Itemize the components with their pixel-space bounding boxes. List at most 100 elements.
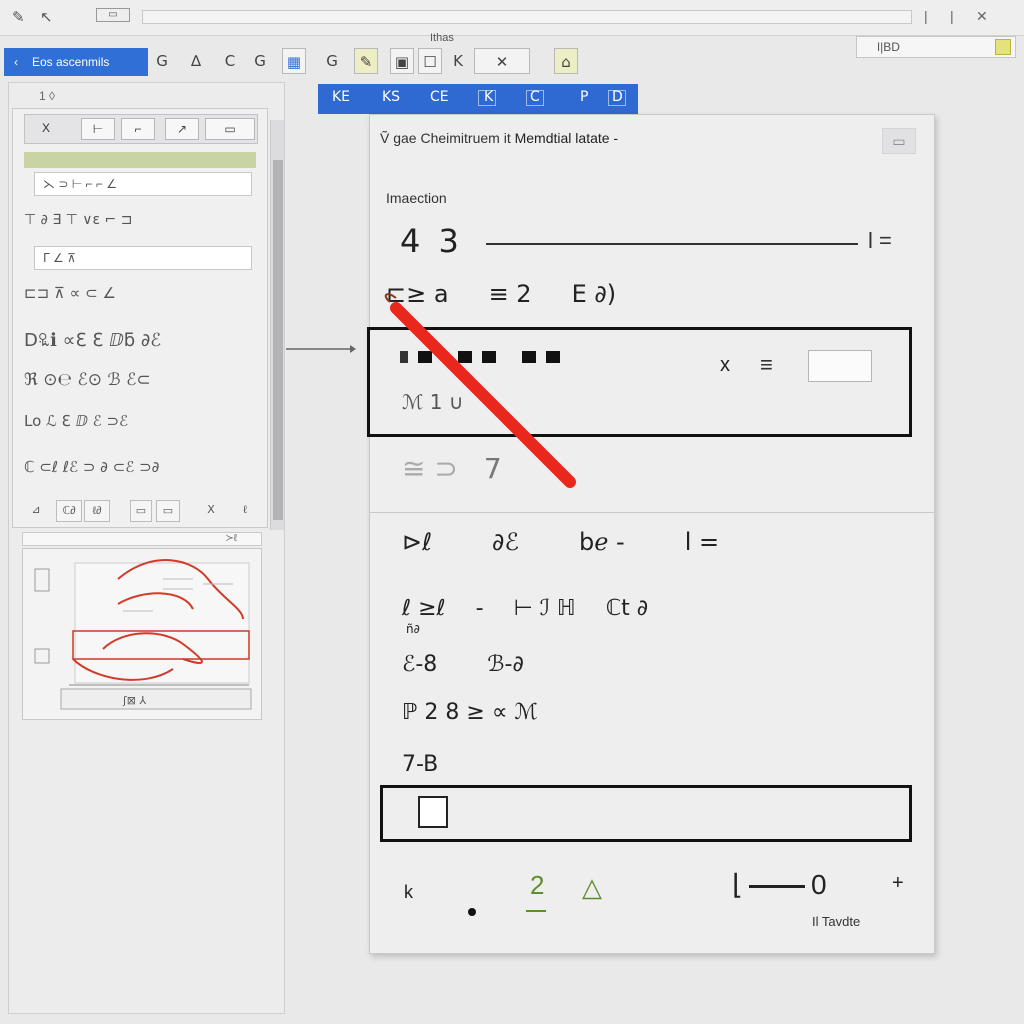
tool-3[interactable]: ⌐ xyxy=(121,118,155,140)
formula-1-term-1[interactable]: ⊳ℓ xyxy=(402,528,432,556)
diagram-thumbnail[interactable]: ʃ⊠ ⅄ xyxy=(22,548,262,720)
symbol-row-4[interactable]: ℂ ⊂ℓ ℓℰ ⊃ ∂ ⊂ℰ ⊃∂ xyxy=(24,458,264,476)
dialog-close-button[interactable]: ▭ xyxy=(882,128,916,154)
faded-row: ≅ ⊃ 7 xyxy=(402,452,502,485)
zoom-icon[interactable] xyxy=(995,39,1011,55)
left-scrollbar[interactable] xyxy=(270,120,284,530)
scrollbar-thumb[interactable] xyxy=(273,160,283,520)
formula-1-term-3[interactable]: bℯ - xyxy=(579,528,625,556)
toolbar-button-9[interactable]: ☐ xyxy=(418,48,442,74)
toolbar-button-7[interactable]: ✎ xyxy=(354,48,378,74)
app-tab-label: Eos ascenmils xyxy=(32,55,110,69)
formula-2-term-2[interactable]: - xyxy=(476,596,484,621)
palette-item-1[interactable]: KE xyxy=(332,89,350,105)
formula-2-term-1[interactable]: ℓ ≥ℓ xyxy=(402,596,446,621)
left-button-row: ⊿ ℂ∂ ℓ∂ ▭ ▭ Ⅹ ℓ xyxy=(24,500,264,524)
value-slider-track[interactable] xyxy=(486,243,858,245)
tool-field-1[interactable]: ⋋ ⊃ ⊢ ⌐ ⌐ ∠ xyxy=(34,172,252,196)
tool-band xyxy=(24,152,256,168)
left-button-7[interactable]: ℓ xyxy=(234,500,256,522)
footer-k-label: k xyxy=(404,882,413,902)
formula-row-1: ⊳ℓ ∂ℰ bℯ - l = xyxy=(402,528,779,556)
left-button-2[interactable]: ℂ∂ xyxy=(56,500,82,522)
window-icon[interactable]: ▭ xyxy=(96,8,130,22)
toolbar-button-5[interactable]: ▦ xyxy=(282,48,306,74)
svg-text:ʃ⊠ ⅄: ʃ⊠ ⅄ xyxy=(122,694,146,707)
toolbar-button-10[interactable]: K xyxy=(446,48,470,74)
expression-term-3[interactable]: E ∂) xyxy=(572,280,617,308)
palette-item-2[interactable]: KS xyxy=(382,89,400,105)
left-button-1[interactable]: ⊿ xyxy=(24,500,48,522)
cursor-icon[interactable]: ↖ xyxy=(40,8,53,26)
symbol-row-3[interactable]: Lo ℒ ℇ ⅅ ℰ ⊃ℰ xyxy=(24,412,264,430)
palette-item-4[interactable]: K xyxy=(484,89,493,105)
footer-dot xyxy=(468,908,476,916)
footer-two[interactable]: 2 xyxy=(530,870,544,901)
tool-row-3[interactable]: ⊏⊐ ⊼ ∝ ⊂ ∠ xyxy=(24,284,264,302)
expression-row: ⊏≥ a ≡ 2 E ∂) xyxy=(386,280,616,308)
toolbar-button-2[interactable]: ∆ xyxy=(184,48,208,74)
palette-item-5[interactable]: C xyxy=(530,89,540,105)
formula-row-3: ℰ-8 ℬ-∂ xyxy=(402,652,574,677)
symbol-row-1[interactable]: D꘢ℹ ∝ℇ ℇ ⅅƃ ∂ℰ xyxy=(24,330,264,351)
bottom-input-box[interactable] xyxy=(380,785,912,842)
back-chevron-icon[interactable]: ‹ xyxy=(14,55,18,69)
toolbar-button-8[interactable]: ▣ xyxy=(390,48,414,74)
dialog-title-prefix: Ṽ gae Cheimitruem it xyxy=(380,130,511,146)
maximize-button[interactable]: | xyxy=(950,8,954,24)
left-button-3[interactable]: ℓ∂ xyxy=(84,500,110,522)
left-button-4[interactable]: ▭ xyxy=(130,500,152,522)
pen-icon[interactable]: ✎ xyxy=(12,8,25,26)
zoom-value: ǀ|BD xyxy=(877,40,900,54)
tool-x[interactable]: X xyxy=(29,118,63,140)
palette-item-7[interactable]: D xyxy=(612,89,623,105)
section-divider xyxy=(370,512,934,513)
close-window-button[interactable]: ✕ xyxy=(976,8,988,25)
toolbar-button-12[interactable]: ⌂ xyxy=(554,48,578,74)
expression-term-1[interactable]: ⊏≥ a xyxy=(386,280,449,308)
formula-3-term-2[interactable]: ℬ-∂ xyxy=(487,652,524,677)
palette-item-6[interactable]: P xyxy=(580,89,588,105)
left-button-6[interactable]: Ⅹ xyxy=(200,500,222,522)
formula-2-subscript: ñ∂ xyxy=(406,622,420,636)
checkbox[interactable] xyxy=(418,796,448,828)
document-title: Ithas xyxy=(430,32,454,44)
app-tab[interactable]: ‹ Eos ascenmils xyxy=(4,48,148,76)
formula-2-term-4[interactable]: ℂt ∂ xyxy=(606,596,648,621)
palette-item-3[interactable]: CE xyxy=(430,89,449,105)
toolbar-button-11[interactable]: ✕ xyxy=(474,48,530,74)
formula-1-term-4[interactable]: l = xyxy=(685,528,719,556)
toolbar-button-6[interactable]: G xyxy=(320,48,344,74)
masked-value xyxy=(400,344,570,369)
toolbar-button-1[interactable]: G xyxy=(150,48,174,74)
tool-row-2[interactable]: ⊤ ∂ ∃ ⊤ ∨ε ⌐ ⊐ xyxy=(24,212,264,228)
faded-number: 7 xyxy=(483,452,502,485)
formula-3-term-1[interactable]: ℰ-8 xyxy=(402,652,437,677)
triangle-icon[interactable]: △ xyxy=(582,872,602,903)
plus-icon[interactable]: + xyxy=(892,872,904,895)
tool-field-2[interactable]: ᒥ ∠ ⊼ xyxy=(34,246,252,270)
tool-2[interactable]: ⊢ xyxy=(81,118,115,140)
formula-row-5[interactable]: 7-B xyxy=(402,752,438,777)
formula-2-term-3[interactable]: ⊢ ℐ ℍ xyxy=(514,596,576,621)
faded-term: ≅ ⊃ xyxy=(402,452,458,485)
formula-row-4[interactable]: ℙ 2 8 ≥ ∝ ℳ xyxy=(402,700,538,725)
symbol-row-2[interactable]: ℜ ⊙℮ ℰ⊙ ℬ ℰ⊂ xyxy=(24,370,264,390)
footer-caption: Il Tavdte xyxy=(812,914,861,929)
title-track xyxy=(142,10,912,24)
highlight-subscript: ℳ 1 ∪ xyxy=(402,390,464,414)
minimize-button[interactable]: | xyxy=(924,8,928,24)
tool-row: X ⊢ ⌐ ↗ ▭ xyxy=(24,114,258,144)
left-button-5[interactable]: ▭ xyxy=(156,500,180,522)
multiply-sign: x xyxy=(720,354,730,376)
toolbar-button-4[interactable]: G xyxy=(248,48,272,74)
value-input[interactable] xyxy=(808,350,872,382)
zoom-field[interactable]: ǀ|BD xyxy=(856,36,1016,58)
equals-sign: ≡ xyxy=(760,352,773,377)
tool-5[interactable]: ▭ xyxy=(205,118,255,140)
thumbnail-drawing: ʃ⊠ ⅄ xyxy=(34,559,252,710)
tool-4[interactable]: ↗ xyxy=(165,118,199,140)
toolbar-button-3[interactable]: C xyxy=(218,48,242,74)
expression-term-2[interactable]: ≡ 2 xyxy=(489,280,532,308)
formula-1-term-2[interactable]: ∂ℰ xyxy=(492,528,519,556)
